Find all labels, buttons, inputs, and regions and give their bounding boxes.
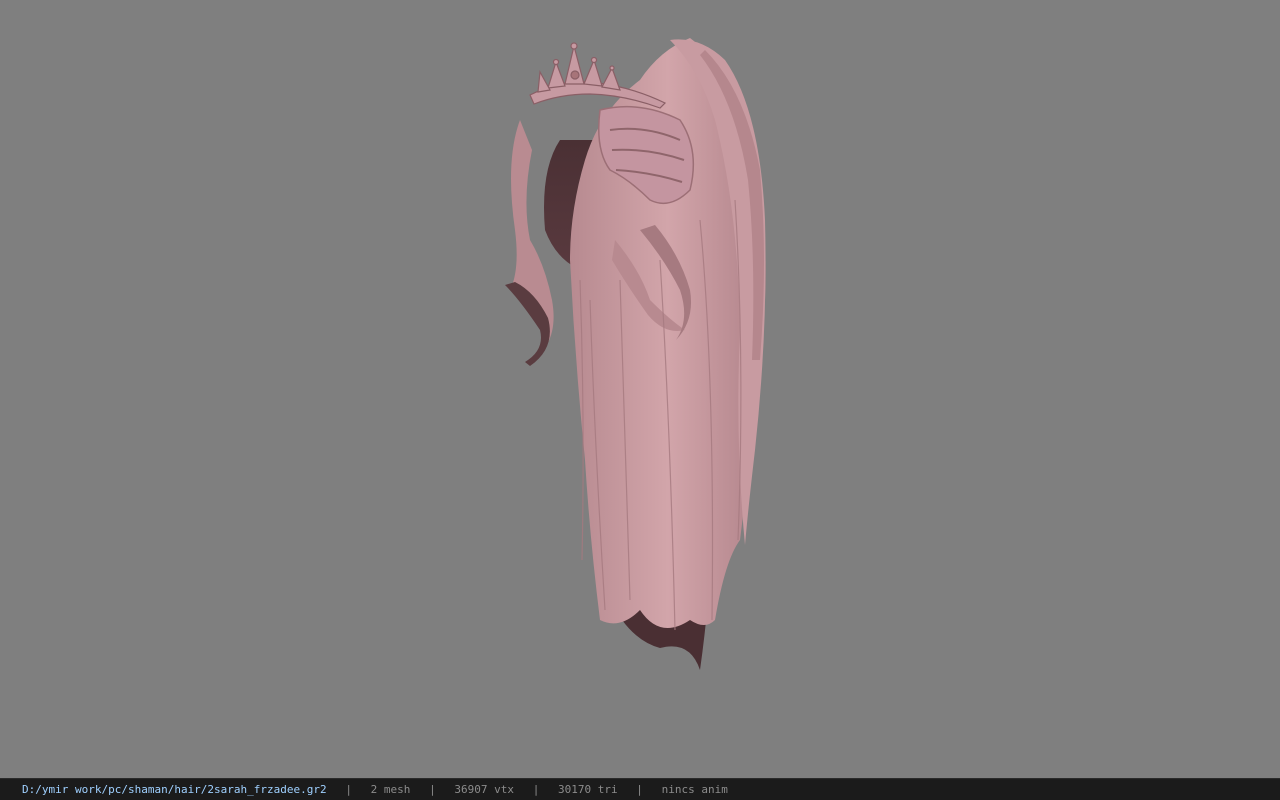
status-bar: D:/ymir work/pc/shaman/hair/2sarah_frzad… bbox=[0, 778, 1280, 800]
separator: | bbox=[345, 783, 352, 796]
separator: | bbox=[532, 783, 540, 796]
vertex-count: 36907 vtx bbox=[454, 783, 514, 796]
3d-viewport[interactable] bbox=[0, 0, 1280, 778]
mesh-count: 2 mesh bbox=[370, 783, 411, 796]
hair-model[interactable] bbox=[0, 0, 1280, 778]
separator: | bbox=[429, 783, 436, 796]
triangle-count: 30170 tri bbox=[558, 783, 618, 796]
file-path: D:/ymir work/pc/shaman/hair/2sarah_frzad… bbox=[22, 783, 327, 796]
animation-status: nincs anim bbox=[661, 783, 728, 796]
separator: | bbox=[636, 783, 643, 796]
